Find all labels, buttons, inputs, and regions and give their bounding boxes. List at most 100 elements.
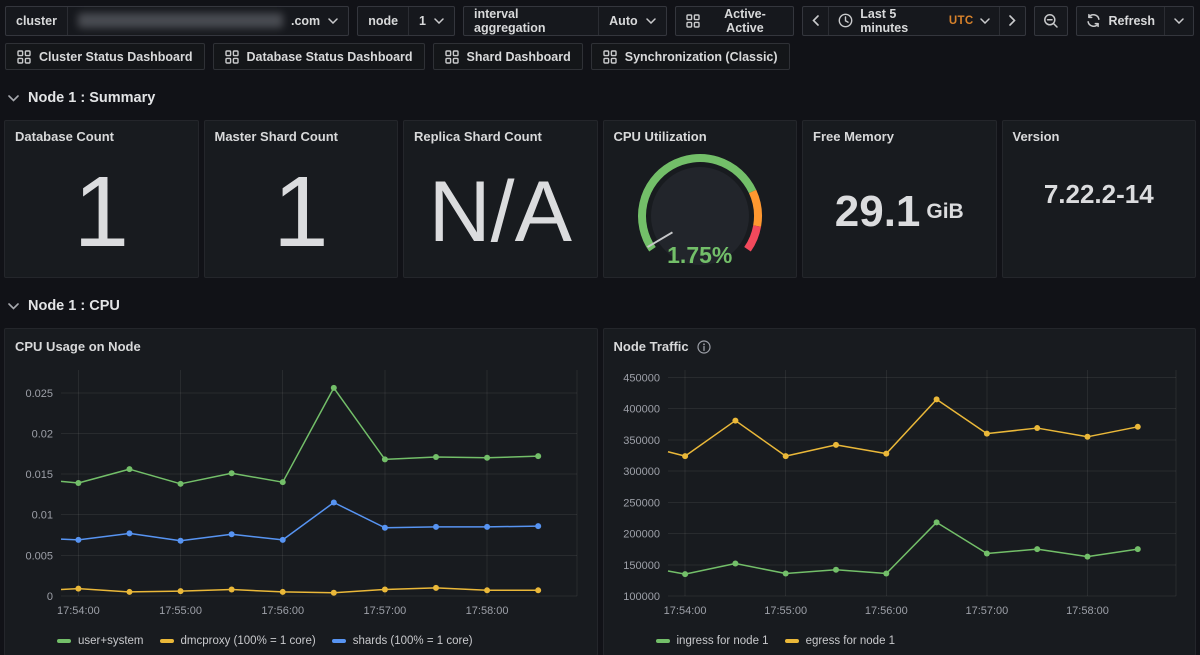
link-shard-dashboard[interactable]: Shard Dashboard <box>433 43 583 70</box>
cpu-panels-grid: CPU Usage on Node 00.0050.010.0150.020.0… <box>0 328 1200 655</box>
cluster-value-suffix: .com <box>291 14 320 28</box>
interval-aggregation-variable: interval aggregation Auto <box>463 6 667 36</box>
apps-grid-icon <box>17 50 31 64</box>
legend-item[interactable]: dmcproxy (100% = 1 core) <box>160 635 316 647</box>
legend-swatch <box>57 639 71 643</box>
refresh-label: Refresh <box>1108 14 1155 28</box>
chevron-down-icon <box>328 18 338 24</box>
panel-title[interactable]: Replica Shard Count <box>404 121 597 144</box>
interval-aggregation-label: interval aggregation <box>464 7 599 35</box>
panel-title[interactable]: Node Traffic <box>614 339 689 354</box>
svg-text:400000: 400000 <box>623 404 660 416</box>
svg-text:300000: 300000 <box>623 466 660 478</box>
panel-database-count: Database Count 1 <box>4 120 199 278</box>
panel-free-memory: Free Memory 29.1 GiB <box>802 120 997 278</box>
time-shift-back-button[interactable] <box>803 7 828 35</box>
cluster-dropdown[interactable]: .com <box>68 7 348 35</box>
stat-value-version: 7.22.2-14 <box>1044 181 1154 207</box>
legend-label: shards (100% = 1 core) <box>353 635 473 647</box>
zoom-out-button[interactable] <box>1034 6 1068 36</box>
svg-text:17:57:00: 17:57:00 <box>363 605 406 617</box>
chevron-down-icon <box>434 18 444 24</box>
link-label: Synchronization (Classic) <box>625 50 778 64</box>
clock-icon <box>838 13 853 28</box>
legend-item[interactable]: user+system <box>57 635 144 647</box>
active-active-link-button[interactable]: Active-Active <box>675 6 795 36</box>
link-cluster-status-dashboard[interactable]: Cluster Status Dashboard <box>5 43 205 70</box>
legend-label: user+system <box>78 635 144 647</box>
apps-grid-icon <box>603 50 617 64</box>
chart-canvas[interactable]: 1000001500002000002500003000003500004000… <box>612 358 1186 633</box>
legend-swatch <box>785 639 799 643</box>
row-title-summary: Node 1 : Summary <box>28 90 155 106</box>
dashboard-links-row: Cluster Status Dashboard Database Status… <box>0 36 1200 70</box>
chevron-down-icon <box>8 95 19 102</box>
refresh-button[interactable]: Refresh <box>1077 7 1164 35</box>
stat-value-master-shard-count: 1 <box>273 162 329 262</box>
svg-text:17:56:00: 17:56:00 <box>261 605 304 617</box>
panel-cpu-usage-on-node: CPU Usage on Node 00.0050.010.0150.020.0… <box>4 328 598 655</box>
legend-label: egress for node 1 <box>806 635 896 647</box>
panel-title[interactable]: Database Count <box>5 121 198 144</box>
svg-text:0: 0 <box>47 591 53 603</box>
link-synchronization-classic[interactable]: Synchronization (Classic) <box>591 43 790 70</box>
svg-text:17:54:00: 17:54:00 <box>57 605 100 617</box>
svg-text:17:56:00: 17:56:00 <box>864 605 907 617</box>
time-shift-forward-button[interactable] <box>999 7 1025 35</box>
legend-item[interactable]: ingress for node 1 <box>656 635 769 647</box>
svg-text:100000: 100000 <box>623 591 660 603</box>
link-database-status-dashboard[interactable]: Database Status Dashboard <box>213 43 425 70</box>
cluster-variable: cluster .com <box>5 6 349 36</box>
link-label: Database Status Dashboard <box>247 50 413 64</box>
svg-text:250000: 250000 <box>623 497 660 509</box>
panel-title[interactable]: CPU Usage on Node <box>15 339 141 354</box>
interval-aggregation-value: Auto <box>609 14 637 28</box>
toolbar: cluster .com node 1 interval aggregation <box>0 0 1200 36</box>
panel-master-shard-count: Master Shard Count 1 <box>204 120 399 278</box>
dashboard-app: cluster .com node 1 interval aggregation <box>0 0 1200 655</box>
row-header-summary[interactable]: Node 1 : Summary <box>0 88 1200 108</box>
panel-title[interactable]: CPU Utilization <box>604 121 797 144</box>
svg-text:0.01: 0.01 <box>32 510 53 522</box>
svg-text:0.025: 0.025 <box>25 388 53 400</box>
svg-text:450000: 450000 <box>623 372 660 384</box>
node-variable: node 1 <box>357 6 455 36</box>
svg-text:0.005: 0.005 <box>25 550 53 562</box>
svg-text:17:57:00: 17:57:00 <box>965 605 1008 617</box>
refresh-button-group: Refresh <box>1076 6 1194 36</box>
svg-text:17:55:00: 17:55:00 <box>764 605 807 617</box>
refresh-interval-dropdown[interactable] <box>1164 7 1193 35</box>
chart-canvas[interactable]: 00.0050.010.0150.020.02517:54:0017:55:00… <box>13 358 587 633</box>
svg-text:17:55:00: 17:55:00 <box>159 605 202 617</box>
stat-unit-free-memory: GiB <box>926 200 963 224</box>
node-value: 1 <box>419 14 426 28</box>
time-range-picker[interactable]: Last 5 minutes UTC <box>828 7 999 35</box>
interval-aggregation-dropdown[interactable]: Auto <box>599 7 665 35</box>
panel-title[interactable]: Version <box>1003 121 1196 144</box>
panel-title[interactable]: Free Memory <box>803 121 996 144</box>
chevron-down-icon <box>8 303 19 310</box>
legend-label: ingress for node 1 <box>677 635 769 647</box>
svg-text:200000: 200000 <box>623 529 660 541</box>
legend-swatch <box>656 639 670 643</box>
refresh-icon <box>1086 13 1101 28</box>
legend-swatch <box>332 639 346 643</box>
info-icon[interactable] <box>697 340 711 354</box>
svg-text:0.015: 0.015 <box>25 469 53 481</box>
chevron-down-icon <box>980 18 990 24</box>
chart-legend: user+system dmcproxy (100% = 1 core) shard… <box>13 633 589 651</box>
cpu-gauge: 1.75% <box>604 145 797 275</box>
apps-grid-icon <box>225 50 239 64</box>
row-header-cpu[interactable]: Node 1 : CPU <box>0 296 1200 316</box>
cluster-label: cluster <box>6 7 68 35</box>
svg-text:150000: 150000 <box>623 560 660 572</box>
node-dropdown[interactable]: 1 <box>409 7 454 35</box>
panel-title[interactable]: Master Shard Count <box>205 121 398 144</box>
stat-value-database-count: 1 <box>73 162 129 262</box>
svg-text:17:54:00: 17:54:00 <box>663 605 706 617</box>
legend-item[interactable]: egress for node 1 <box>785 635 896 647</box>
legend-item[interactable]: shards (100% = 1 core) <box>332 635 473 647</box>
legend-label: dmcproxy (100% = 1 core) <box>181 635 316 647</box>
summary-panels-grid: Database Count 1 Master Shard Count 1 Re… <box>0 120 1200 278</box>
panel-replica-shard-count: Replica Shard Count N/A <box>403 120 598 278</box>
